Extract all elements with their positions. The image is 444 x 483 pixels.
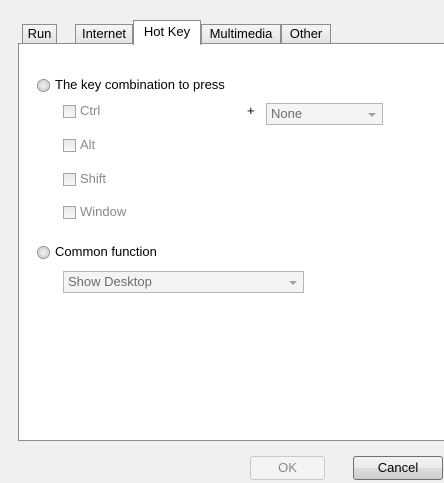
window-checkbox[interactable] [63, 206, 76, 219]
cancel-button[interactable]: Cancel [353, 456, 443, 480]
chevron-down-icon [368, 113, 376, 117]
tab-hot-key[interactable]: Hot Key [133, 20, 201, 45]
key-combination-label: The key combination to press [55, 77, 225, 92]
key-select-value: None [271, 106, 303, 121]
hotkey-panel: The key combination to press Ctrl Alt Sh… [18, 43, 444, 441]
plus-sign: + [247, 103, 255, 118]
common-function-value: Show Desktop [68, 274, 152, 289]
key-combination-radio[interactable] [37, 79, 50, 92]
common-function-radio[interactable] [37, 246, 50, 259]
tab-internet[interactable]: Internet [75, 24, 133, 44]
shift-checkbox[interactable] [63, 173, 76, 186]
window-label: Window [80, 204, 127, 219]
ctrl-label: Ctrl [80, 103, 101, 118]
tab-run[interactable]: Run [22, 24, 57, 44]
shift-label: Shift [80, 171, 107, 186]
ok-button[interactable]: OK [250, 456, 325, 480]
alt-label: Alt [80, 137, 96, 152]
ctrl-checkbox[interactable] [63, 105, 76, 118]
key-select[interactable]: None [266, 103, 383, 125]
common-function-select[interactable]: Show Desktop [63, 271, 304, 293]
tab-multimedia[interactable]: Multimedia [201, 24, 281, 44]
chevron-down-icon [289, 281, 297, 285]
common-function-label: Common function [55, 244, 157, 259]
tab-other[interactable]: Other [281, 24, 331, 44]
alt-checkbox[interactable] [63, 139, 76, 152]
